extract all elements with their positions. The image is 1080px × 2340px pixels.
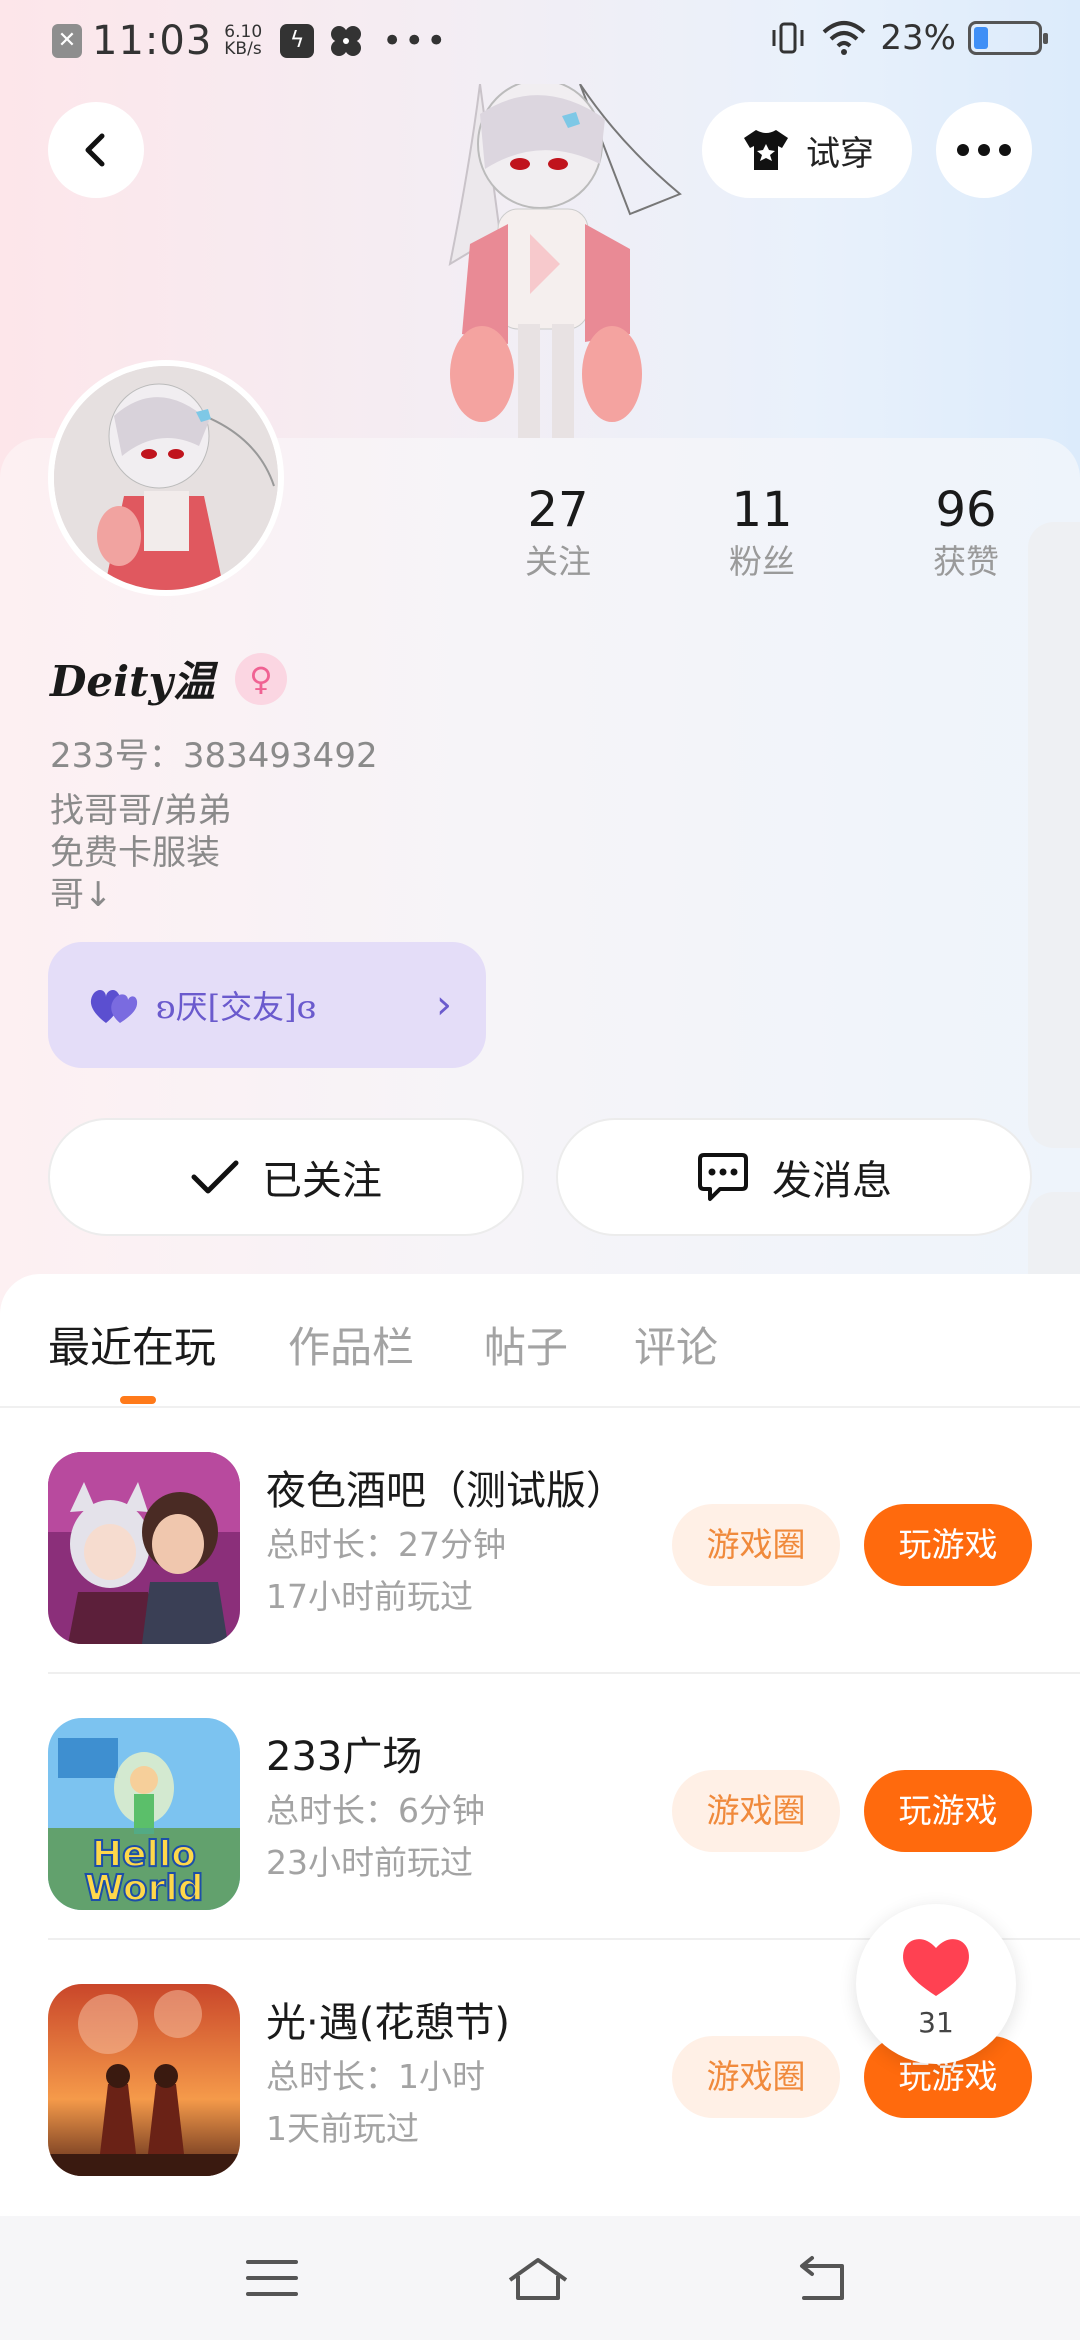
like-count: 31 (918, 2006, 954, 2039)
tab-posts[interactable]: 帖子 (484, 1314, 568, 1375)
stat-following-label: 关注 (525, 542, 591, 581)
nickname: Deity温 (50, 657, 215, 706)
tab-comments[interactable]: 评论 (634, 1314, 718, 1375)
side-panel-edge (1028, 522, 1080, 1148)
game-last-played: 17小时前玩过 (266, 1577, 473, 1616)
game-duration: 总时长：1小时 (266, 2057, 485, 2096)
tab-bar: 最近在玩 作品栏 帖子 评论 (0, 1274, 1080, 1408)
tab-works[interactable]: 作品栏 (288, 1314, 414, 1375)
game-icon-night-bar (48, 1452, 240, 1644)
battery-fill (974, 27, 989, 49)
tshirt-icon (744, 130, 788, 170)
network-speed: 6.10 KB/s (224, 24, 262, 58)
send-message-button[interactable]: 发消息 (556, 1118, 1032, 1236)
stat-following[interactable]: 27 关注 (478, 480, 638, 584)
menu-icon[interactable] (240, 2246, 304, 2310)
speed-unit: KB/s (224, 39, 262, 59)
play-game-button[interactable]: 玩游戏 (864, 1504, 1032, 1586)
like-button[interactable]: 31 (856, 1904, 1016, 2064)
sim-off-icon: ✕ (52, 24, 82, 58)
club-name: ʚ厌[交友]ɞ (156, 988, 317, 1026)
bio-line: 找哥哥/弟弟 (50, 791, 232, 831)
tab-recently-played[interactable]: 最近在玩 (48, 1314, 216, 1375)
game-title: 233广场 (266, 1734, 423, 1780)
battery-icon (968, 21, 1048, 55)
avatar-image (54, 366, 278, 590)
try-on-label: 试穿 (806, 133, 874, 174)
double-heart-icon (90, 990, 138, 1023)
stat-likes[interactable]: 96 获赞 (886, 480, 1046, 584)
followed-label: 已关注 (262, 1158, 382, 1204)
profile-page: ✕ 11:03 6.10 KB/s ϟ ••• 23% 试穿 27 关注 11 … (0, 0, 1080, 2340)
send-message-label: 发消息 (772, 1158, 892, 1204)
home-icon[interactable] (506, 2246, 570, 2310)
more-notifications-icon: ••• (382, 21, 449, 61)
avatar[interactable] (48, 360, 284, 596)
bio-line: 哥↓ (50, 875, 113, 915)
tab-indicator (120, 1396, 156, 1404)
chat-bubble-icon (698, 1153, 748, 1201)
back-nav-icon[interactable] (790, 2246, 854, 2310)
battery-percent: 23% (880, 18, 956, 58)
stat-fans[interactable]: 11 粉丝 (682, 480, 842, 584)
game-circle-button[interactable]: 游戏圈 (672, 1770, 840, 1852)
check-icon (191, 1160, 239, 1194)
followed-button[interactable]: 已关注 (48, 1118, 524, 1236)
chevron-right-icon: › (436, 982, 452, 1028)
system-nav-bar (0, 2216, 1080, 2340)
stat-likes-value: 96 (935, 482, 997, 538)
game-icon-233-plaza: Hello World (48, 1718, 240, 1910)
game-title: 夜色酒吧（测试版） (266, 1468, 626, 1514)
stat-fans-value: 11 (731, 482, 793, 538)
status-time: 11:03 (92, 18, 213, 64)
bio: 找哥哥/弟弟 免费卡服装 哥↓ (50, 790, 231, 916)
game-circle-button[interactable]: 游戏圈 (672, 2036, 840, 2118)
user-id: 233号：383493492 (50, 736, 378, 776)
wifi-icon (823, 21, 866, 55)
more-options-button[interactable] (936, 102, 1032, 198)
avatar-3d-figure (448, 84, 682, 440)
club-chip[interactable]: ʚ厌[交友]ɞ › (48, 942, 486, 1068)
game-icon-text: World (84, 1868, 203, 1909)
game-duration: 总时长：6分钟 (266, 1791, 485, 1830)
game-item[interactable]: 夜色酒吧（测试版） 总时长：27分钟 17小时前玩过 游戏圈 玩游戏 (48, 1408, 1080, 1674)
female-gender-icon: ♀ (234, 652, 287, 705)
content-panel: 最近在玩 作品栏 帖子 评论 夜色酒吧（测试版） 总时长：27分钟 17小时前玩… (0, 1274, 1080, 2340)
nickname-row: Deity温 ♀ (50, 648, 287, 709)
heart-icon (903, 1939, 969, 1996)
bio-line: 免费卡服装 (50, 833, 220, 873)
play-game-button[interactable]: 玩游戏 (864, 1770, 1032, 1852)
stat-following-value: 27 (527, 482, 589, 538)
game-item[interactable]: Hello World 233广场 总时长：6分钟 23小时前玩过 游戏圈 玩游… (48, 1674, 1080, 1940)
game-icon-sky (48, 1984, 240, 2176)
more-dots-icon (957, 144, 1011, 156)
status-bar: ✕ 11:03 6.10 KB/s ϟ ••• 23% (0, 0, 1080, 84)
flash-app-icon: ϟ (280, 24, 315, 58)
game-title: 光·遇(花憩节) (266, 2000, 510, 2046)
game-duration: 总时长：27分钟 (266, 1525, 506, 1564)
pinwheel-icon (331, 26, 362, 56)
back-button[interactable] (48, 102, 144, 198)
game-last-played: 23小时前玩过 (266, 1843, 473, 1882)
stat-likes-label: 获赞 (933, 542, 999, 581)
vibrate-icon (772, 22, 804, 54)
chevron-left-icon (85, 133, 105, 167)
stat-fans-label: 粉丝 (729, 542, 795, 581)
try-on-button[interactable]: 试穿 (702, 102, 912, 198)
game-circle-button[interactable]: 游戏圈 (672, 1504, 840, 1586)
game-last-played: 1天前玩过 (266, 2109, 419, 2148)
